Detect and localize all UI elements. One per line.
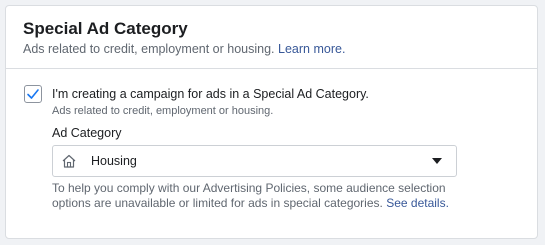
section-subtitle: Ads related to credit, employment or hou… — [23, 42, 345, 56]
chevron-down-icon — [432, 158, 442, 164]
see-details-link[interactable]: See details. — [386, 196, 449, 210]
help-text: To help you comply with our Advertising … — [52, 181, 462, 211]
house-icon — [62, 154, 76, 168]
special-ad-category-card: Special Ad Category Ads related to credi… — [5, 5, 538, 239]
special-ad-category-checkbox[interactable] — [24, 85, 42, 103]
ad-category-value: Housing — [91, 154, 137, 168]
checkbox-label: I'm creating a campaign for ads in a Spe… — [52, 87, 369, 101]
checkmark-icon — [27, 89, 39, 99]
learn-more-link[interactable]: Learn more. — [278, 42, 345, 56]
ad-category-label: Ad Category — [52, 126, 122, 140]
ad-category-select[interactable]: Housing — [52, 145, 457, 177]
card-header: Special Ad Category Ads related to credi… — [6, 6, 537, 69]
checkbox-sublabel: Ads related to credit, employment or hou… — [52, 105, 274, 117]
section-title: Special Ad Category — [23, 19, 188, 38]
section-subtitle-text: Ads related to credit, employment or hou… — [23, 42, 275, 56]
